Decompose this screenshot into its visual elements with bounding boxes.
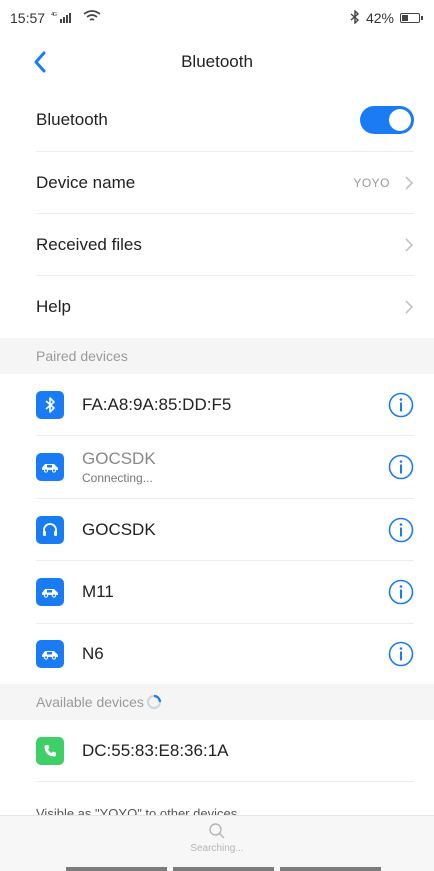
paired-device-row[interactable]: FA:A8:9A:85:DD:F5 bbox=[0, 374, 434, 435]
status-left: 15:57 4G bbox=[10, 9, 101, 27]
device-name-row[interactable]: Device name YOYO bbox=[0, 152, 434, 213]
device-name-value: YOYO bbox=[353, 175, 390, 190]
info-icon[interactable] bbox=[388, 392, 414, 418]
battery-percent: 42% bbox=[365, 10, 394, 26]
paired-device-row[interactable]: N6 bbox=[0, 624, 434, 684]
paired-devices-title: Paired devices bbox=[36, 348, 128, 364]
device-name: GOCSDK bbox=[82, 449, 156, 468]
paired-device-row[interactable]: GOCSDK Connecting... bbox=[0, 436, 434, 498]
info-icon[interactable] bbox=[388, 641, 414, 667]
car-icon bbox=[36, 640, 64, 668]
chevron-left-icon bbox=[34, 51, 46, 73]
paired-device-row[interactable]: GOCSDK bbox=[0, 499, 434, 560]
chevron-right-icon bbox=[405, 237, 414, 252]
info-icon[interactable] bbox=[388, 579, 414, 605]
device-name: GOCSDK bbox=[82, 519, 156, 539]
signal-icon: 4G bbox=[51, 11, 77, 26]
wifi-icon bbox=[83, 9, 101, 27]
device-name: M11 bbox=[82, 582, 114, 601]
status-time: 15:57 bbox=[10, 10, 46, 26]
battery-fill bbox=[402, 15, 408, 21]
paired-device-row[interactable]: M11 bbox=[0, 561, 434, 623]
app-header: Bluetooth bbox=[0, 36, 434, 88]
bottom-bars bbox=[66, 867, 381, 871]
search-bar[interactable]: Searching... bbox=[0, 815, 434, 871]
spinner-icon bbox=[146, 694, 162, 710]
search-icon[interactable] bbox=[208, 822, 226, 840]
info-icon[interactable] bbox=[388, 517, 414, 543]
back-button[interactable] bbox=[26, 46, 54, 78]
svg-text:4G: 4G bbox=[51, 12, 57, 18]
searching-label: Searching... bbox=[190, 843, 244, 854]
bottom-bar-segment bbox=[280, 867, 381, 871]
phone-icon bbox=[36, 736, 64, 765]
car-icon bbox=[36, 453, 64, 481]
info-icon[interactable] bbox=[388, 454, 414, 480]
status-right: 42% bbox=[350, 8, 423, 27]
device-text: FA:A8:9A:85:DD:F5 bbox=[82, 395, 388, 415]
page-title: Bluetooth bbox=[181, 52, 253, 71]
bluetooth-toggle[interactable] bbox=[360, 105, 414, 134]
device-name: FA:A8:9A:85:DD:F5 bbox=[82, 394, 232, 414]
available-devices-header: Available devices bbox=[0, 684, 434, 720]
received-files-label: Received files bbox=[36, 234, 142, 254]
help-label: Help bbox=[36, 297, 71, 316]
chevron-right-icon bbox=[405, 300, 414, 314]
car-icon bbox=[36, 578, 64, 606]
device-name: N6 bbox=[82, 644, 104, 663]
device-text: GOCSDK bbox=[82, 520, 388, 540]
available-devices-title: Available devices bbox=[36, 694, 144, 710]
bottom-bar-segment bbox=[66, 867, 167, 871]
device-text: N6 bbox=[82, 644, 388, 664]
device-status: Connecting... bbox=[82, 471, 153, 485]
chevron-right-icon bbox=[405, 175, 414, 190]
device-name: DC:55:83:E8:36:1A bbox=[82, 740, 229, 760]
bluetooth-icon bbox=[36, 390, 64, 419]
divider bbox=[36, 781, 414, 782]
bluetooth-toggle-row[interactable]: Bluetooth bbox=[0, 88, 434, 151]
paired-devices-header: Paired devices bbox=[0, 338, 434, 374]
battery-icon bbox=[400, 13, 423, 23]
device-name-label: Device name bbox=[36, 172, 136, 192]
device-text: DC:55:83:E8:36:1A bbox=[82, 741, 414, 761]
bottom-bar-segment bbox=[173, 867, 274, 871]
received-files-row[interactable]: Received files bbox=[0, 214, 434, 275]
bluetooth-label: Bluetooth bbox=[36, 109, 108, 129]
device-text: M11 bbox=[82, 582, 388, 602]
available-device-row[interactable]: DC:55:83:E8:36:1A bbox=[0, 720, 434, 781]
toggle-knob bbox=[389, 108, 411, 131]
help-row[interactable]: Help bbox=[0, 276, 434, 338]
headset-icon bbox=[36, 515, 64, 544]
device-text: GOCSDK Connecting... bbox=[82, 449, 388, 485]
bluetooth-status-icon bbox=[350, 8, 360, 27]
status-bar: 15:57 4G 42% bbox=[0, 0, 434, 36]
